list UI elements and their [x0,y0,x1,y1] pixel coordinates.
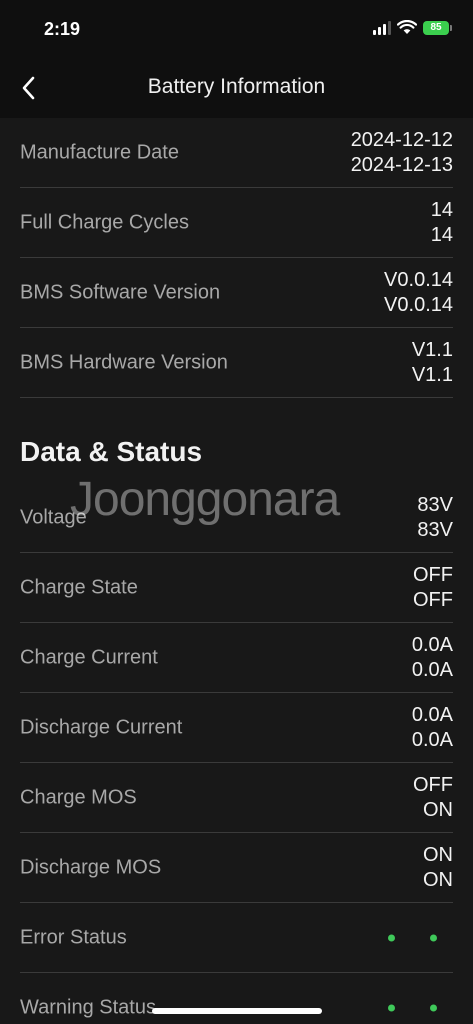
full-charge-cycles-row: Full Charge Cycles 14 14 [20,188,453,258]
row-value: 2024-12-12 [350,128,453,151]
row-label: Warning Status [20,996,156,1018]
bms-software-version-row: BMS Software Version V0.0.14 V0.0.14 [20,258,453,328]
row-value: 14 [430,198,453,221]
bms-hardware-version-row: BMS Hardware Version V1.1 V1.1 [20,328,453,398]
row-value: OFF [413,773,453,796]
wifi-icon [397,20,417,34]
row-value: 83V [417,518,453,541]
row-value: 2024-12-13 [350,153,453,176]
row-label: Charge Current [20,646,158,668]
status-indicators [388,934,437,941]
row-values: 0.0A 0.0A [412,703,453,753]
error-status-row: Error Status [20,903,453,973]
row-label: Error Status [20,926,127,948]
discharge-current-row: Discharge Current 0.0A 0.0A [20,693,453,763]
row-values: OFF ON [413,773,453,823]
row-value: V0.0.14 [384,293,453,316]
section-title-data-status: Data & Status [20,436,203,467]
row-value: 0.0A [411,658,453,681]
charge-current-row: Charge Current 0.0A 0.0A [20,623,453,693]
row-label: Discharge MOS [20,856,162,878]
battery-info-rows: Manufacture Date 2024-12-12 2024-12-13 F… [20,118,453,398]
page-title: Battery Information [147,75,326,98]
row-value: ON [423,868,453,891]
row-label: BMS Software Version [20,281,221,303]
row-value: ON [423,798,453,821]
row-values: V1.1 V1.1 [412,338,453,388]
row-value: 0.0A [411,728,453,751]
status-dot [388,1004,395,1011]
battery-icon: 85 [423,20,452,35]
row-value: 14 [430,223,453,246]
voltage-row: Voltage 83V 83V [20,483,453,553]
row-values: OFF OFF [413,563,453,613]
row-label: Full Charge Cycles [20,211,189,233]
row-values: 83V 83V [417,493,453,543]
row-value: 83V [417,493,453,516]
home-indicator[interactable] [152,1008,322,1014]
row-label: Manufacture Date [20,141,179,163]
row-label: BMS Hardware Version [20,351,228,373]
row-label: Discharge Current [20,716,183,738]
nav-bar: Battery Information [0,58,473,118]
status-icons: 85 [373,20,452,35]
charge-mos-row: Charge MOS OFF ON [20,763,453,833]
row-value: V0.0.14 [384,268,453,291]
row-value: V1.1 [411,363,453,386]
status-dot [388,934,395,941]
row-value: ON [423,843,453,866]
status-indicators [388,1004,437,1011]
warning-status-row: Warning Status [20,973,453,1024]
row-values: 0.0A 0.0A [412,633,453,683]
row-value: 0.0A [411,703,453,726]
discharge-mos-row: Discharge MOS ON ON [20,833,453,903]
row-label: Charge State [20,576,138,598]
status-dot [430,1004,437,1011]
battery-info-list[interactable]: Manufacture Date 2024-12-12 2024-12-13 F… [0,118,473,1024]
status-time: 2:19 [44,19,81,39]
row-value: 0.0A [411,633,453,656]
row-values: 2024-12-12 2024-12-13 [351,128,453,178]
data-status-rows: Voltage 83V 83V Charge State OFF OFF Cha… [20,483,453,1024]
row-value: OFF [413,588,453,611]
row-label: Charge MOS [20,786,137,808]
row-values: ON ON [423,843,453,893]
charge-state-row: Charge State OFF OFF [20,553,453,623]
row-values: 14 14 [431,198,453,248]
row-value: V1.1 [411,338,453,361]
status-bar: 2:19 85 [0,0,473,58]
cellular-signal-icon [373,20,391,35]
row-label: Voltage [20,506,87,528]
status-dot [430,934,437,941]
row-values: V0.0.14 V0.0.14 [384,268,453,318]
row-value: OFF [413,563,453,586]
manufacture-date-row: Manufacture Date 2024-12-12 2024-12-13 [20,118,453,188]
